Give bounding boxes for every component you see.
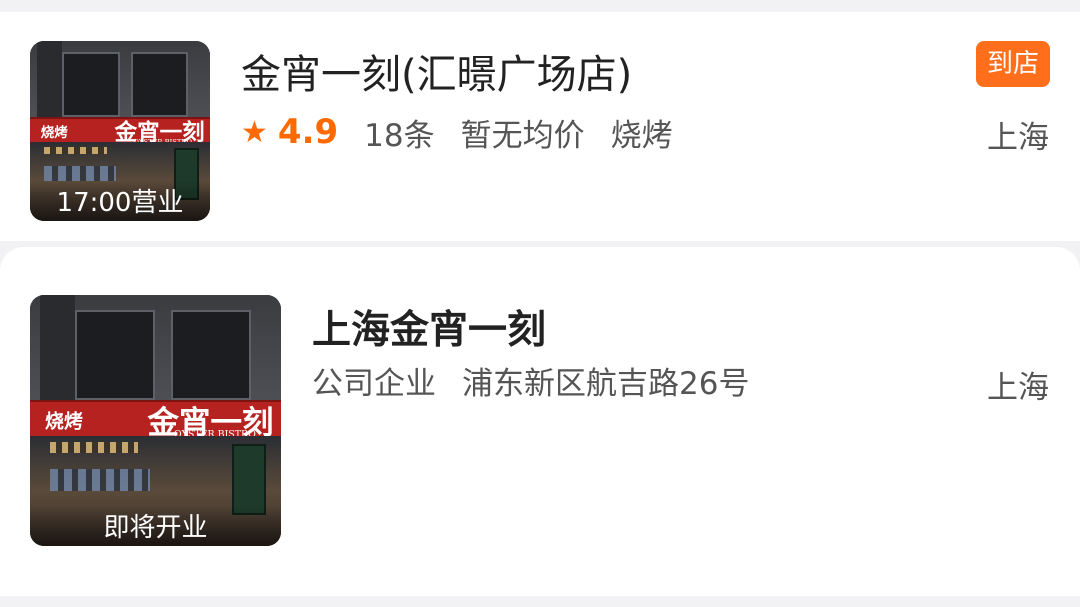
average-price: 暂无均价 bbox=[460, 117, 585, 154]
review-count: 18条 bbox=[364, 117, 435, 154]
in-store-badge[interactable]: 到店 bbox=[975, 41, 1050, 87]
opening-hours-label: 17:00营业 bbox=[30, 181, 210, 221]
star-icon: ★ bbox=[241, 114, 268, 150]
company-meta-row: 公司企业 浦东新区航吉路26号 bbox=[312, 355, 775, 405]
rating-value: 4.9 bbox=[277, 112, 339, 152]
company-thumbnail[interactable]: 烧烤 金宵一刻 OYSTER BISTRO 即将开业 bbox=[30, 295, 281, 546]
store-meta-row: ★ 4.9 18条 暂无均价 烧烤 bbox=[241, 107, 699, 157]
company-address: 浦东新区航吉路26号 bbox=[462, 365, 750, 402]
store-sign: 烧烤 金宵一刻 OYSTER BISTRO bbox=[30, 400, 281, 441]
store-thumbnail[interactable]: 烧烤 金宵一刻 OYSTER BISTRO 17:00营业 bbox=[30, 41, 210, 221]
store-name[interactable]: 金宵一刻(汇暻广场店) bbox=[241, 42, 632, 100]
city-label: 上海 bbox=[987, 370, 1049, 406]
category-label: 烧烤 bbox=[610, 117, 673, 154]
city-label: 上海 bbox=[987, 120, 1049, 156]
sign-left-text: 烧烤 bbox=[40, 125, 68, 142]
company-type: 公司企业 bbox=[312, 365, 436, 402]
result-card-company[interactable]: 烧烤 金宵一刻 OYSTER BISTRO 即将开业 上海金宵一刻 公司企业 浦… bbox=[0, 247, 1080, 596]
result-card-restaurant[interactable]: 烧烤 金宵一刻 OYSTER BISTRO 17:00营业 金宵一刻(汇暻广场店… bbox=[0, 12, 1080, 241]
opening-status-label: 即将开业 bbox=[30, 506, 281, 546]
company-name[interactable]: 上海金宵一刻 bbox=[312, 299, 546, 355]
sign-left-text: 烧烤 bbox=[45, 410, 83, 433]
